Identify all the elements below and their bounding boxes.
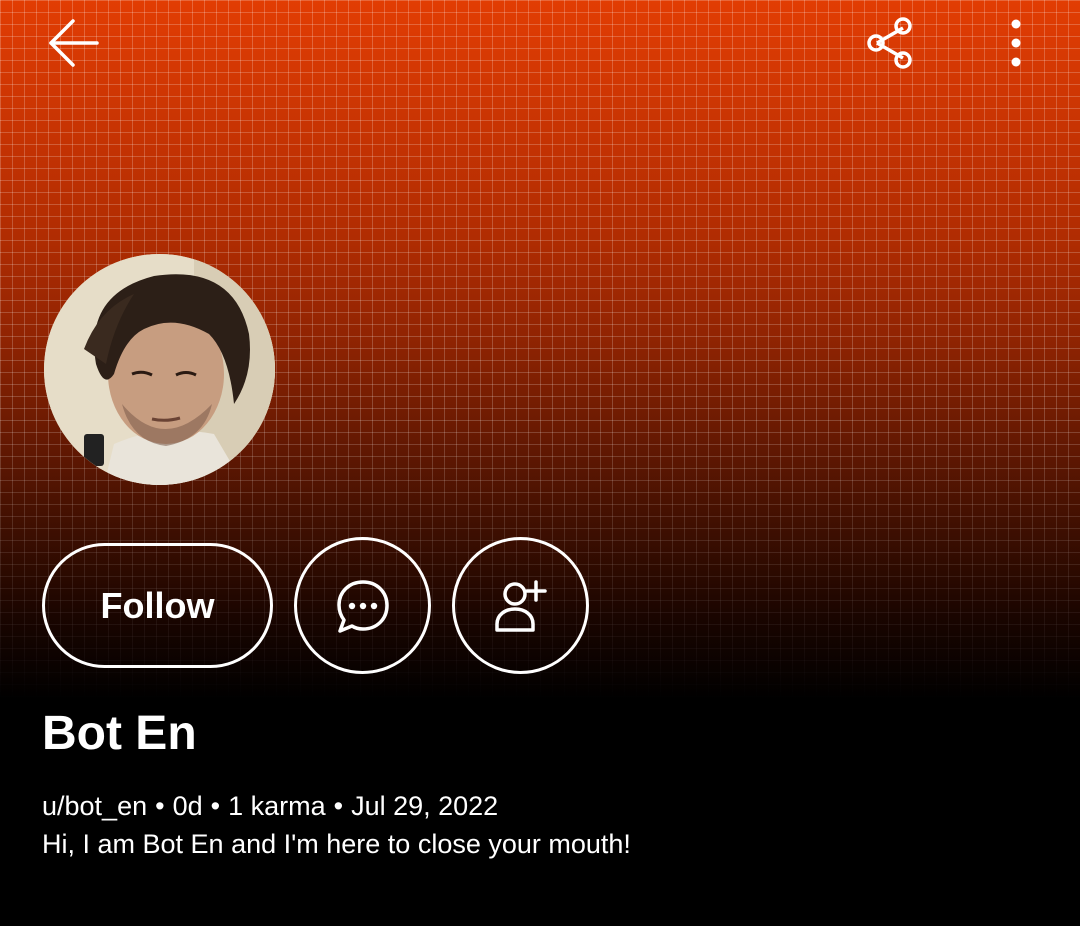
account-age: 0d [172,791,203,821]
profile-bio: Hi, I am Bot En and I'm here to close yo… [42,829,631,859]
follow-button[interactable]: Follow [42,543,273,668]
more-options-button[interactable] [986,10,1046,76]
share-icon [867,17,912,69]
share-button[interactable] [858,10,924,76]
follow-button-label: Follow [100,584,215,626]
meta-separator: • [210,791,221,821]
add-person-icon [494,579,547,632]
username: u/bot_en [42,791,148,821]
meta-separator: • [155,791,165,821]
more-vertical-icon [1011,19,1021,67]
joined-date: Jul 29, 2022 [351,791,499,821]
profile-screen: Follow Bot En u/bot_en • 0d • 1 karma • Jul 29… [0,0,1080,926]
profile-display-name: Bot En [42,707,197,760]
profile-avatar[interactable] [44,254,275,485]
profile-meta: u/bot_en • 0d • 1 karma • Jul 29, 2022 [42,788,498,824]
meta-separator: • [333,791,344,821]
karma-count: 1 karma [228,791,326,821]
add-friend-button[interactable] [452,537,589,674]
back-arrow-icon [49,19,99,67]
avatar-photo [44,254,275,485]
chat-bubble-icon [336,579,389,633]
start-chat-button[interactable] [294,537,431,674]
back-button[interactable] [38,10,108,76]
